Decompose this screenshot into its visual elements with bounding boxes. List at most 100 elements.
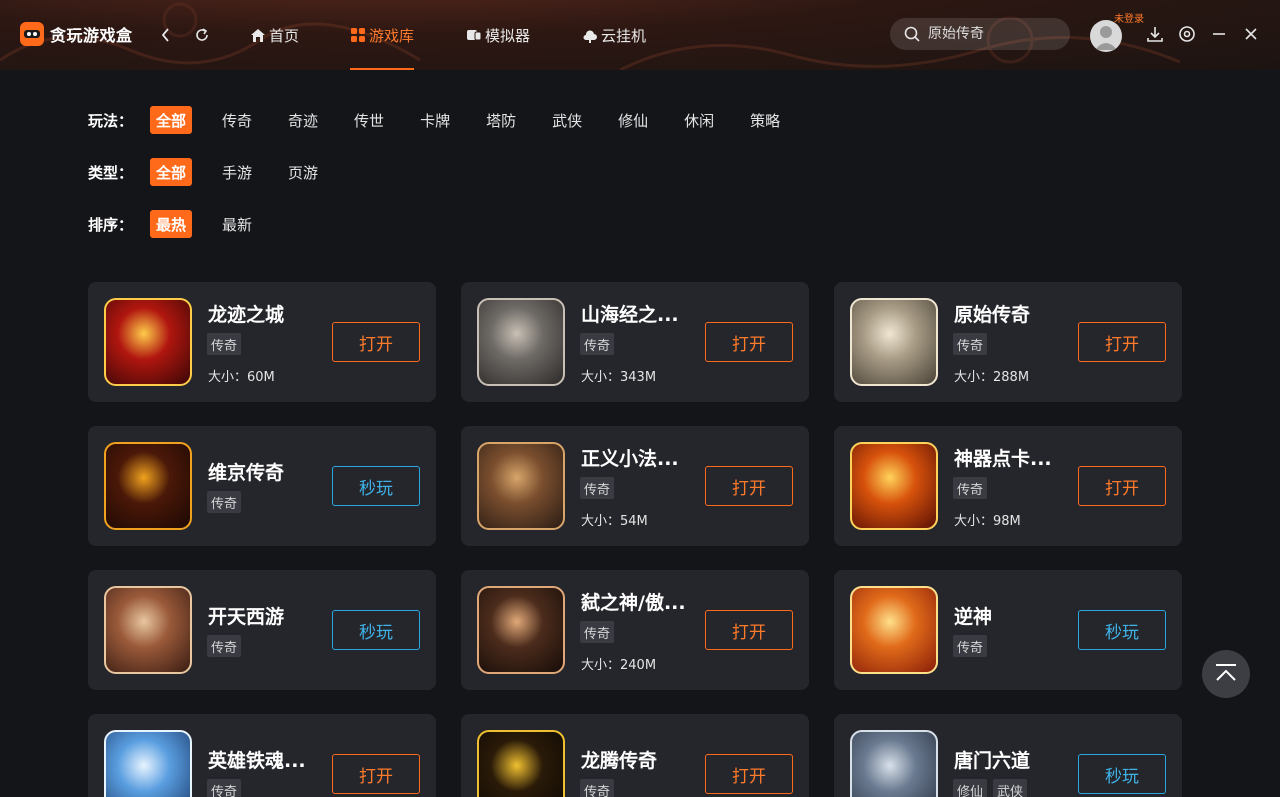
filter-sort-option[interactable]: 最新 xyxy=(216,210,258,238)
instant-play-button[interactable]: 秒玩 xyxy=(332,610,420,650)
game-thumbnail[interactable] xyxy=(850,730,938,797)
game-tags: 传奇 xyxy=(953,333,993,355)
game-thumbnail[interactable] xyxy=(850,298,938,386)
filter-type-option[interactable]: 全部 xyxy=(150,158,193,186)
filter-sort-label: 排序： xyxy=(88,215,134,234)
tab-emulator-label: 模拟器 xyxy=(485,26,531,45)
filter-gameplay-option[interactable]: 全部 xyxy=(150,106,193,134)
game-thumbnail[interactable] xyxy=(477,586,565,674)
game-tags: 传奇 xyxy=(580,621,620,643)
game-thumbnail[interactable] xyxy=(104,298,192,386)
game-tag: 传奇 xyxy=(580,477,615,499)
game-thumbnail[interactable] xyxy=(104,730,192,797)
login-status: 未登录 xyxy=(1114,14,1144,25)
game-tags: 修仙 武侠 xyxy=(953,779,1033,797)
game-card[interactable]: 逆神传奇 秒玩 xyxy=(834,570,1182,690)
filter-type-option[interactable]: 手游 xyxy=(216,158,258,186)
settings-button[interactable] xyxy=(1177,24,1197,44)
game-card[interactable]: 正义小法... 传奇大小：54M 打开 xyxy=(461,426,809,546)
tab-emulator[interactable]: 模拟器 xyxy=(466,0,530,70)
game-thumbnail[interactable] xyxy=(104,586,192,674)
open-game-button[interactable]: 打开 xyxy=(705,322,793,362)
game-thumbnail[interactable] xyxy=(850,442,938,530)
game-card[interactable]: 龙迹之城 传奇 大小：60M 打开 xyxy=(88,282,436,402)
game-card[interactable]: 英雄铁魂... 传奇 打开 xyxy=(88,714,436,797)
minimize-icon xyxy=(1213,33,1225,35)
filter-gameplay-option[interactable]: 策略 xyxy=(744,106,786,134)
download-button[interactable] xyxy=(1145,24,1165,44)
game-name: 逆神 xyxy=(954,606,993,628)
filter-gameplay-option[interactable]: 奇迹 xyxy=(282,106,324,134)
filter-gameplay-option[interactable]: 塔防 xyxy=(480,106,522,134)
game-card[interactable]: 维京传奇 传奇 秒玩 xyxy=(88,426,436,546)
filter-gameplay-option[interactable]: 修仙 xyxy=(612,106,654,134)
instant-play-button[interactable]: 秒玩 xyxy=(332,466,420,506)
refresh-icon xyxy=(196,28,208,41)
game-card[interactable]: 原始传奇 传奇 大小：288M 打开 xyxy=(834,282,1182,402)
game-tag: 传奇 xyxy=(207,491,242,513)
game-name: 正义小法... xyxy=(581,448,679,470)
game-card[interactable]: 神器点卡... 传奇 大小：98M 打开 xyxy=(834,426,1182,546)
close-button[interactable] xyxy=(1241,24,1261,44)
game-size: 大小：98M xyxy=(954,514,1021,529)
filter-gameplay-option[interactable]: 休闲 xyxy=(678,106,720,134)
game-tags: 传奇 xyxy=(953,635,993,657)
search-box[interactable] xyxy=(890,18,1070,50)
game-card[interactable]: 山海经之... 传奇大小：343M 打开 xyxy=(461,282,809,402)
tab-cloud-hosting-label: 云挂机 xyxy=(601,26,647,45)
minimize-button[interactable] xyxy=(1209,24,1229,44)
filter-type-option[interactable]: 页游 xyxy=(282,158,324,186)
game-thumbnail[interactable] xyxy=(104,442,192,530)
game-tag: 传奇 xyxy=(953,333,988,355)
game-card[interactable]: 开天西游 传奇 秒玩 xyxy=(88,570,436,690)
close-icon xyxy=(1245,28,1257,40)
game-tag: 传奇 xyxy=(207,635,242,657)
game-thumbnail[interactable] xyxy=(477,298,565,386)
game-size: 大小：343M xyxy=(581,370,657,385)
emulator-icon xyxy=(466,27,482,43)
filter-sort-option[interactable]: 最热 xyxy=(150,210,193,238)
filter-sort: 排序： 最热 最新 xyxy=(88,210,282,238)
game-card[interactable]: 龙腾传奇 传奇 打开 xyxy=(461,714,809,797)
game-tags: 传奇 xyxy=(580,333,620,355)
instant-play-button[interactable]: 秒玩 xyxy=(1078,754,1166,794)
open-game-button[interactable]: 打开 xyxy=(705,466,793,506)
filter-gameplay-option[interactable]: 传世 xyxy=(348,106,390,134)
filter-gameplay: 玩法： 全部 传奇 奇迹 传世 卡牌 塔防 武侠 修仙 休闲 策略 xyxy=(88,106,810,134)
tab-home[interactable]: 首页 xyxy=(250,0,299,70)
tab-home-label: 首页 xyxy=(269,26,300,45)
open-game-button[interactable]: 打开 xyxy=(705,610,793,650)
filter-gameplay-option[interactable]: 卡牌 xyxy=(414,106,456,134)
game-tag: 传奇 xyxy=(953,477,988,499)
open-game-button[interactable]: 打开 xyxy=(332,322,420,362)
refresh-button[interactable] xyxy=(191,24,213,46)
instant-play-button[interactable]: 秒玩 xyxy=(1078,610,1166,650)
game-card[interactable]: 弑之神/傲... 传奇 大小：240M 打开 xyxy=(461,570,809,690)
app-logo: 贪玩游戏盒 xyxy=(20,22,133,46)
game-thumbnail[interactable] xyxy=(850,586,938,674)
tab-game-library[interactable]: 游戏库 xyxy=(350,0,415,70)
filter-gameplay-option[interactable]: 传奇 xyxy=(216,106,258,134)
game-tag: 武侠 xyxy=(993,779,1028,797)
search-input[interactable] xyxy=(928,26,1058,42)
home-icon xyxy=(250,27,266,43)
open-game-button[interactable]: 打开 xyxy=(1078,322,1166,362)
back-to-top-button[interactable] xyxy=(1202,650,1250,698)
back-button[interactable] xyxy=(155,24,177,46)
open-game-button[interactable]: 打开 xyxy=(332,754,420,794)
game-size: 大小：54M xyxy=(581,514,648,529)
tab-game-library-label: 游戏库 xyxy=(369,26,415,45)
game-card[interactable]: 唐门六道 修仙 武侠 秒玩 xyxy=(834,714,1182,797)
game-name: 英雄铁魂... xyxy=(208,750,306,772)
avatar[interactable] xyxy=(1090,20,1122,52)
game-thumbnail[interactable] xyxy=(477,730,565,797)
open-game-button[interactable]: 打开 xyxy=(1078,466,1166,506)
game-name: 山海经之... xyxy=(581,304,679,326)
user-avatar-icon xyxy=(1095,26,1117,50)
download-icon xyxy=(1147,27,1163,42)
tab-cloud-hosting[interactable]: 云挂机 xyxy=(582,0,646,70)
open-game-button[interactable]: 打开 xyxy=(705,754,793,794)
filter-gameplay-option[interactable]: 武侠 xyxy=(546,106,588,134)
game-thumbnail[interactable] xyxy=(477,442,565,530)
game-tag: 传奇 xyxy=(580,621,615,643)
